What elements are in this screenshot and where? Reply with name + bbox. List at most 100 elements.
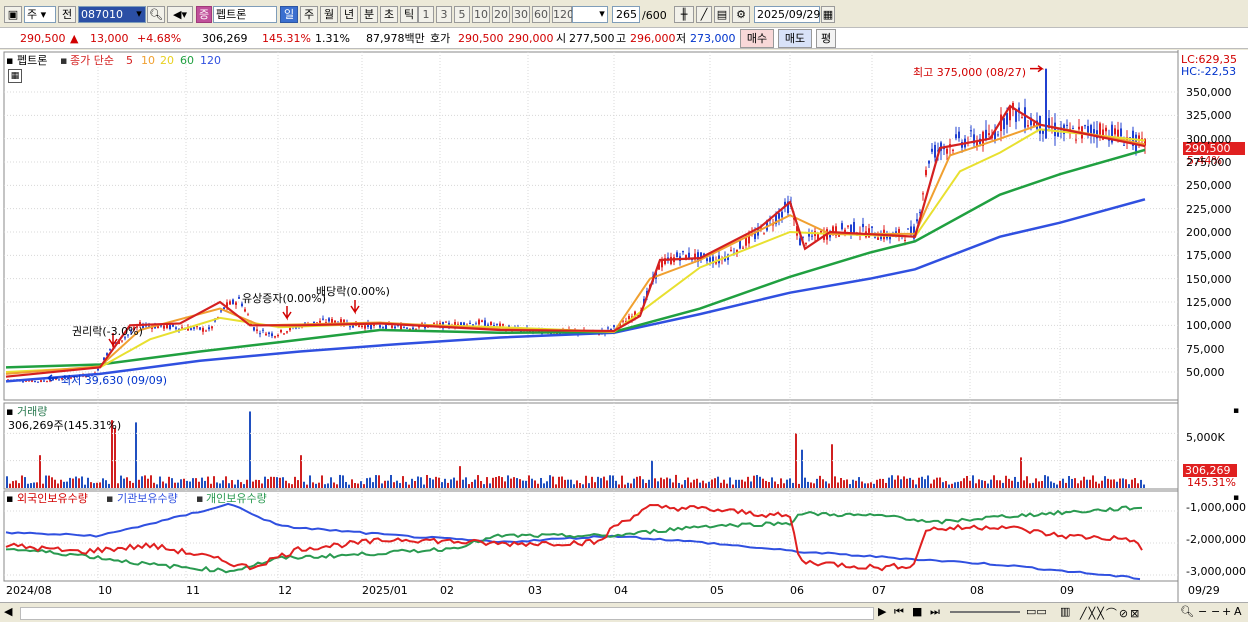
volume-bar [462, 479, 464, 488]
gear-icon[interactable]: ⚙ [732, 6, 750, 23]
toolbar: ▣ 주 ▾ 전 087010 ▾ 🔍︎ ◀▾ 증 펩트론 일주월년분초틱 135… [0, 2, 1248, 26]
volume-bar [624, 484, 626, 488]
legend-ma20: 20 [160, 54, 174, 67]
volume-bar [45, 475, 47, 488]
interval-button-5[interactable]: 30 [512, 6, 530, 23]
scroll-left-icon[interactable]: ◀ [4, 605, 12, 618]
interval-button-1[interactable]: 3 [436, 6, 452, 23]
calc-icon[interactable]: ▦ [8, 69, 22, 83]
font-size-icon[interactable]: A [1234, 605, 1242, 618]
candle-icon[interactable]: ╫ [674, 6, 694, 23]
quote-change-pct: +4.68% [137, 32, 182, 45]
layout-icon[interactable]: ▣ [4, 6, 22, 23]
line-tool-icon[interactable]: ╱ [696, 6, 712, 23]
interval-dropdown-icon[interactable]: ▾ [596, 6, 608, 23]
price-panel-frame [3, 51, 1179, 401]
volume-bar [936, 477, 938, 488]
candle-body [256, 329, 258, 331]
period-tab-4[interactable]: 분 [360, 6, 378, 23]
nav-last-icon[interactable]: ⏭ [930, 605, 940, 619]
volume-bar [1137, 483, 1139, 488]
candle-body [1015, 110, 1017, 122]
zoom-icon[interactable]: 🔍︎ [1180, 605, 1194, 618]
volume-bar [1077, 483, 1079, 488]
holding-close-icon[interactable]: ▪ [1233, 492, 1239, 505]
volume-bar [270, 476, 272, 488]
period-tab-1[interactable]: 주 [300, 6, 318, 23]
volume-bar [360, 481, 362, 488]
interval-button-7[interactable]: 120 [552, 6, 574, 23]
candle-body [820, 230, 822, 233]
period-tab-3[interactable]: 년 [340, 6, 358, 23]
zoom-reset-icon[interactable]: − [1211, 605, 1220, 618]
volume-bar [1125, 479, 1127, 488]
candle-body [706, 258, 708, 262]
volume-bar [1095, 481, 1097, 488]
code-dropdown-icon[interactable]: ▾ [132, 6, 146, 23]
volume-bar [75, 476, 77, 488]
volume-bar [852, 479, 854, 488]
period-tab-0[interactable]: 일 [280, 6, 298, 23]
scroll-track[interactable] [20, 607, 874, 620]
volume-bar [357, 483, 359, 488]
volume-bar [444, 478, 446, 488]
prev-button[interactable]: 전 [58, 6, 76, 23]
period-tab-2[interactable]: 월 [320, 6, 338, 23]
period-tab-6[interactable]: 틱 [400, 6, 418, 23]
chart-area[interactable]: ▪ 펩트론 ▪ 종가 단순 5 10 20 60 120 ▦ LC:629,35… [0, 50, 1248, 602]
interval-button-2[interactable]: 5 [454, 6, 470, 23]
interval-button-3[interactable]: 10 [472, 6, 490, 23]
eval-button[interactable]: 평 [816, 29, 836, 48]
zoom-in-icon[interactable]: + [1222, 605, 1231, 618]
candle-body [1117, 129, 1119, 138]
volume-bar [654, 478, 656, 488]
zoom-out-icon[interactable]: − [1198, 605, 1207, 618]
stock-name-field[interactable]: 펩트론 [213, 6, 277, 23]
nav-stop-icon[interactable]: ■ [912, 605, 922, 618]
candle-body [1027, 125, 1029, 127]
period-select-label: 주 [27, 8, 38, 21]
volume-close-icon[interactable]: ▪ [1233, 405, 1239, 418]
candle-body [1006, 113, 1008, 125]
window-icon[interactable]: ▭▭ [1026, 605, 1047, 618]
candle-body [286, 331, 288, 333]
scroll-right-icon[interactable]: ▶ [878, 605, 886, 618]
search-icon[interactable]: 🔍︎ [147, 6, 165, 23]
volume-bar [873, 483, 875, 488]
interval-button-0[interactable]: 1 [418, 6, 434, 23]
zoom-slider[interactable] [950, 611, 1020, 613]
save-icon[interactable]: ▤ [714, 6, 730, 23]
volume-bar [1065, 482, 1067, 488]
period-select[interactable]: 주 ▾ [24, 6, 56, 23]
drawing-tools-icon[interactable]: ╱╳╳⌒⊘⊠ [1080, 605, 1141, 621]
volume-bar [576, 480, 578, 488]
interval-button-6[interactable]: 60 [532, 6, 550, 23]
volume-bar [585, 475, 587, 488]
candle-body [211, 326, 213, 329]
min-note: 최저 39,630 (09/09) [61, 374, 168, 387]
volume-bar [438, 477, 440, 488]
volume-bar [417, 476, 419, 488]
sell-button[interactable]: 매도 [778, 29, 812, 48]
volume-bar [720, 482, 722, 488]
volume-bar [465, 477, 467, 488]
nav-first-icon[interactable]: ⏮ [894, 605, 904, 619]
volume-bar [669, 478, 671, 488]
speaker-icon[interactable]: ◀▾ [167, 6, 193, 23]
quote-price: 290,500 [20, 32, 66, 45]
chart-svg[interactable] [0, 50, 1248, 602]
volume-bar [930, 483, 932, 488]
max-arrow-icon [1030, 65, 1045, 73]
buy-button[interactable]: 매수 [740, 29, 774, 48]
period-tab-5[interactable]: 초 [380, 6, 398, 23]
volume-bar [336, 484, 338, 488]
interval-button-4[interactable]: 20 [492, 6, 510, 23]
count-input[interactable]: 265 [612, 6, 640, 23]
volume-bar [210, 483, 212, 488]
candle-body [754, 233, 756, 240]
calendar-icon[interactable]: ▦ [821, 6, 835, 23]
volume-bar [672, 482, 674, 488]
date-input[interactable]: 2025/09/29 [754, 6, 820, 23]
layout-grid-icon[interactable]: ▥ [1060, 605, 1070, 618]
volume-bar [117, 483, 119, 488]
